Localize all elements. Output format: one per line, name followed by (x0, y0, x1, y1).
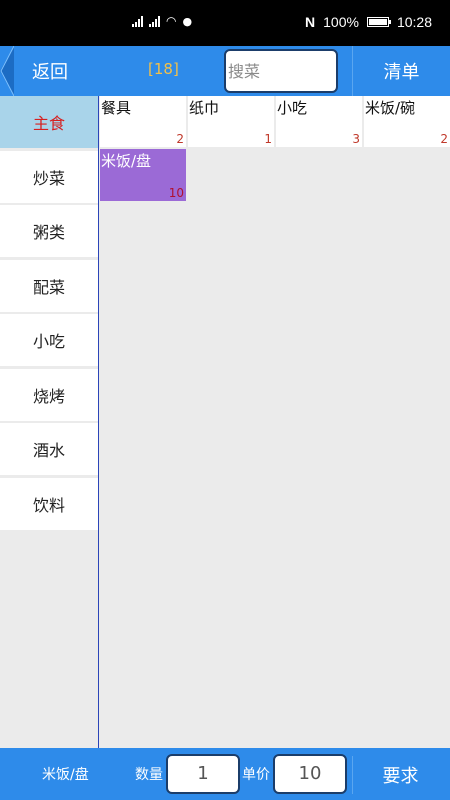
network-indicators: ◠ ● (132, 14, 192, 28)
wifi-icon: ◠ (166, 14, 177, 28)
menu-item-qty: 2 (176, 132, 184, 146)
back-arrow-icon (0, 46, 14, 96)
search-input[interactable] (224, 49, 338, 93)
menu-item-name: 纸巾 (189, 99, 220, 117)
menu-item-qty: 1 (264, 132, 272, 146)
price-field[interactable]: 10 (273, 754, 347, 794)
clock: 10:28 (396, 14, 432, 30)
category-item-side-dish[interactable]: 配菜 (0, 259, 98, 312)
category-item-snack[interactable]: 小吃 (0, 314, 98, 366)
signal-icon (149, 15, 160, 27)
menu-item[interactable]: 米饭/碗 2 (364, 96, 450, 147)
category-item-drinks[interactable]: 饮料 (0, 477, 98, 530)
menu-item[interactable]: 纸巾 1 (188, 96, 274, 147)
item-count: [18] (148, 60, 179, 78)
top-toolbar: 返回 [18] 清单 (0, 46, 450, 96)
menu-item-name: 米饭/盘 (101, 152, 152, 170)
menu-item-qty: 3 (352, 132, 360, 146)
category-item-staple[interactable]: 主食 (0, 96, 98, 148)
back-label: 返回 (32, 62, 68, 83)
menu-item-name: 餐具 (101, 99, 132, 117)
request-button[interactable]: 要求 (352, 756, 448, 794)
bottom-order-bar: 米饭/盘 数量 1 单价 10 要求 (0, 748, 450, 800)
category-item-stir-fry[interactable]: 炒菜 (0, 150, 98, 203)
status-bar: ◠ ● N 100% 10:28 (0, 0, 450, 46)
quantity-field[interactable]: 1 (166, 754, 240, 794)
item-grid: 餐具 2 纸巾 1 小吃 3 米饭/碗 2 米饭/盘 10 (100, 96, 450, 748)
menu-item[interactable]: 餐具 2 (100, 96, 186, 147)
quantity-label: 数量 (135, 767, 163, 783)
status-right: N 100% 10:28 (305, 14, 432, 30)
battery-icon (366, 17, 391, 27)
category-item-bbq[interactable]: 烧烤 (0, 368, 98, 421)
category-sidebar: 主食 炒菜 粥类 配菜 小吃 烧烤 酒水 饮料 (0, 96, 99, 748)
menu-item-qty: 2 (440, 132, 448, 146)
menu-item-selected[interactable]: 米饭/盘 10 (100, 149, 186, 201)
message-icon: ● (182, 14, 193, 28)
battery-percent: 100% (323, 14, 359, 30)
category-item-alcohol[interactable]: 酒水 (0, 423, 98, 475)
category-item-porridge[interactable]: 粥类 (0, 205, 98, 257)
signal-icon (132, 15, 143, 27)
nfc-icon: N (305, 14, 316, 30)
back-button[interactable]: 返回 (0, 46, 100, 96)
menu-item-name: 小吃 (277, 99, 308, 117)
selected-item-name: 米饭/盘 (42, 767, 89, 783)
menu-item-name: 米饭/碗 (365, 99, 416, 117)
list-button[interactable]: 清单 (352, 46, 450, 96)
menu-item-qty: 10 (168, 186, 184, 200)
price-label: 单价 (242, 767, 270, 783)
menu-item[interactable]: 小吃 3 (276, 96, 362, 147)
